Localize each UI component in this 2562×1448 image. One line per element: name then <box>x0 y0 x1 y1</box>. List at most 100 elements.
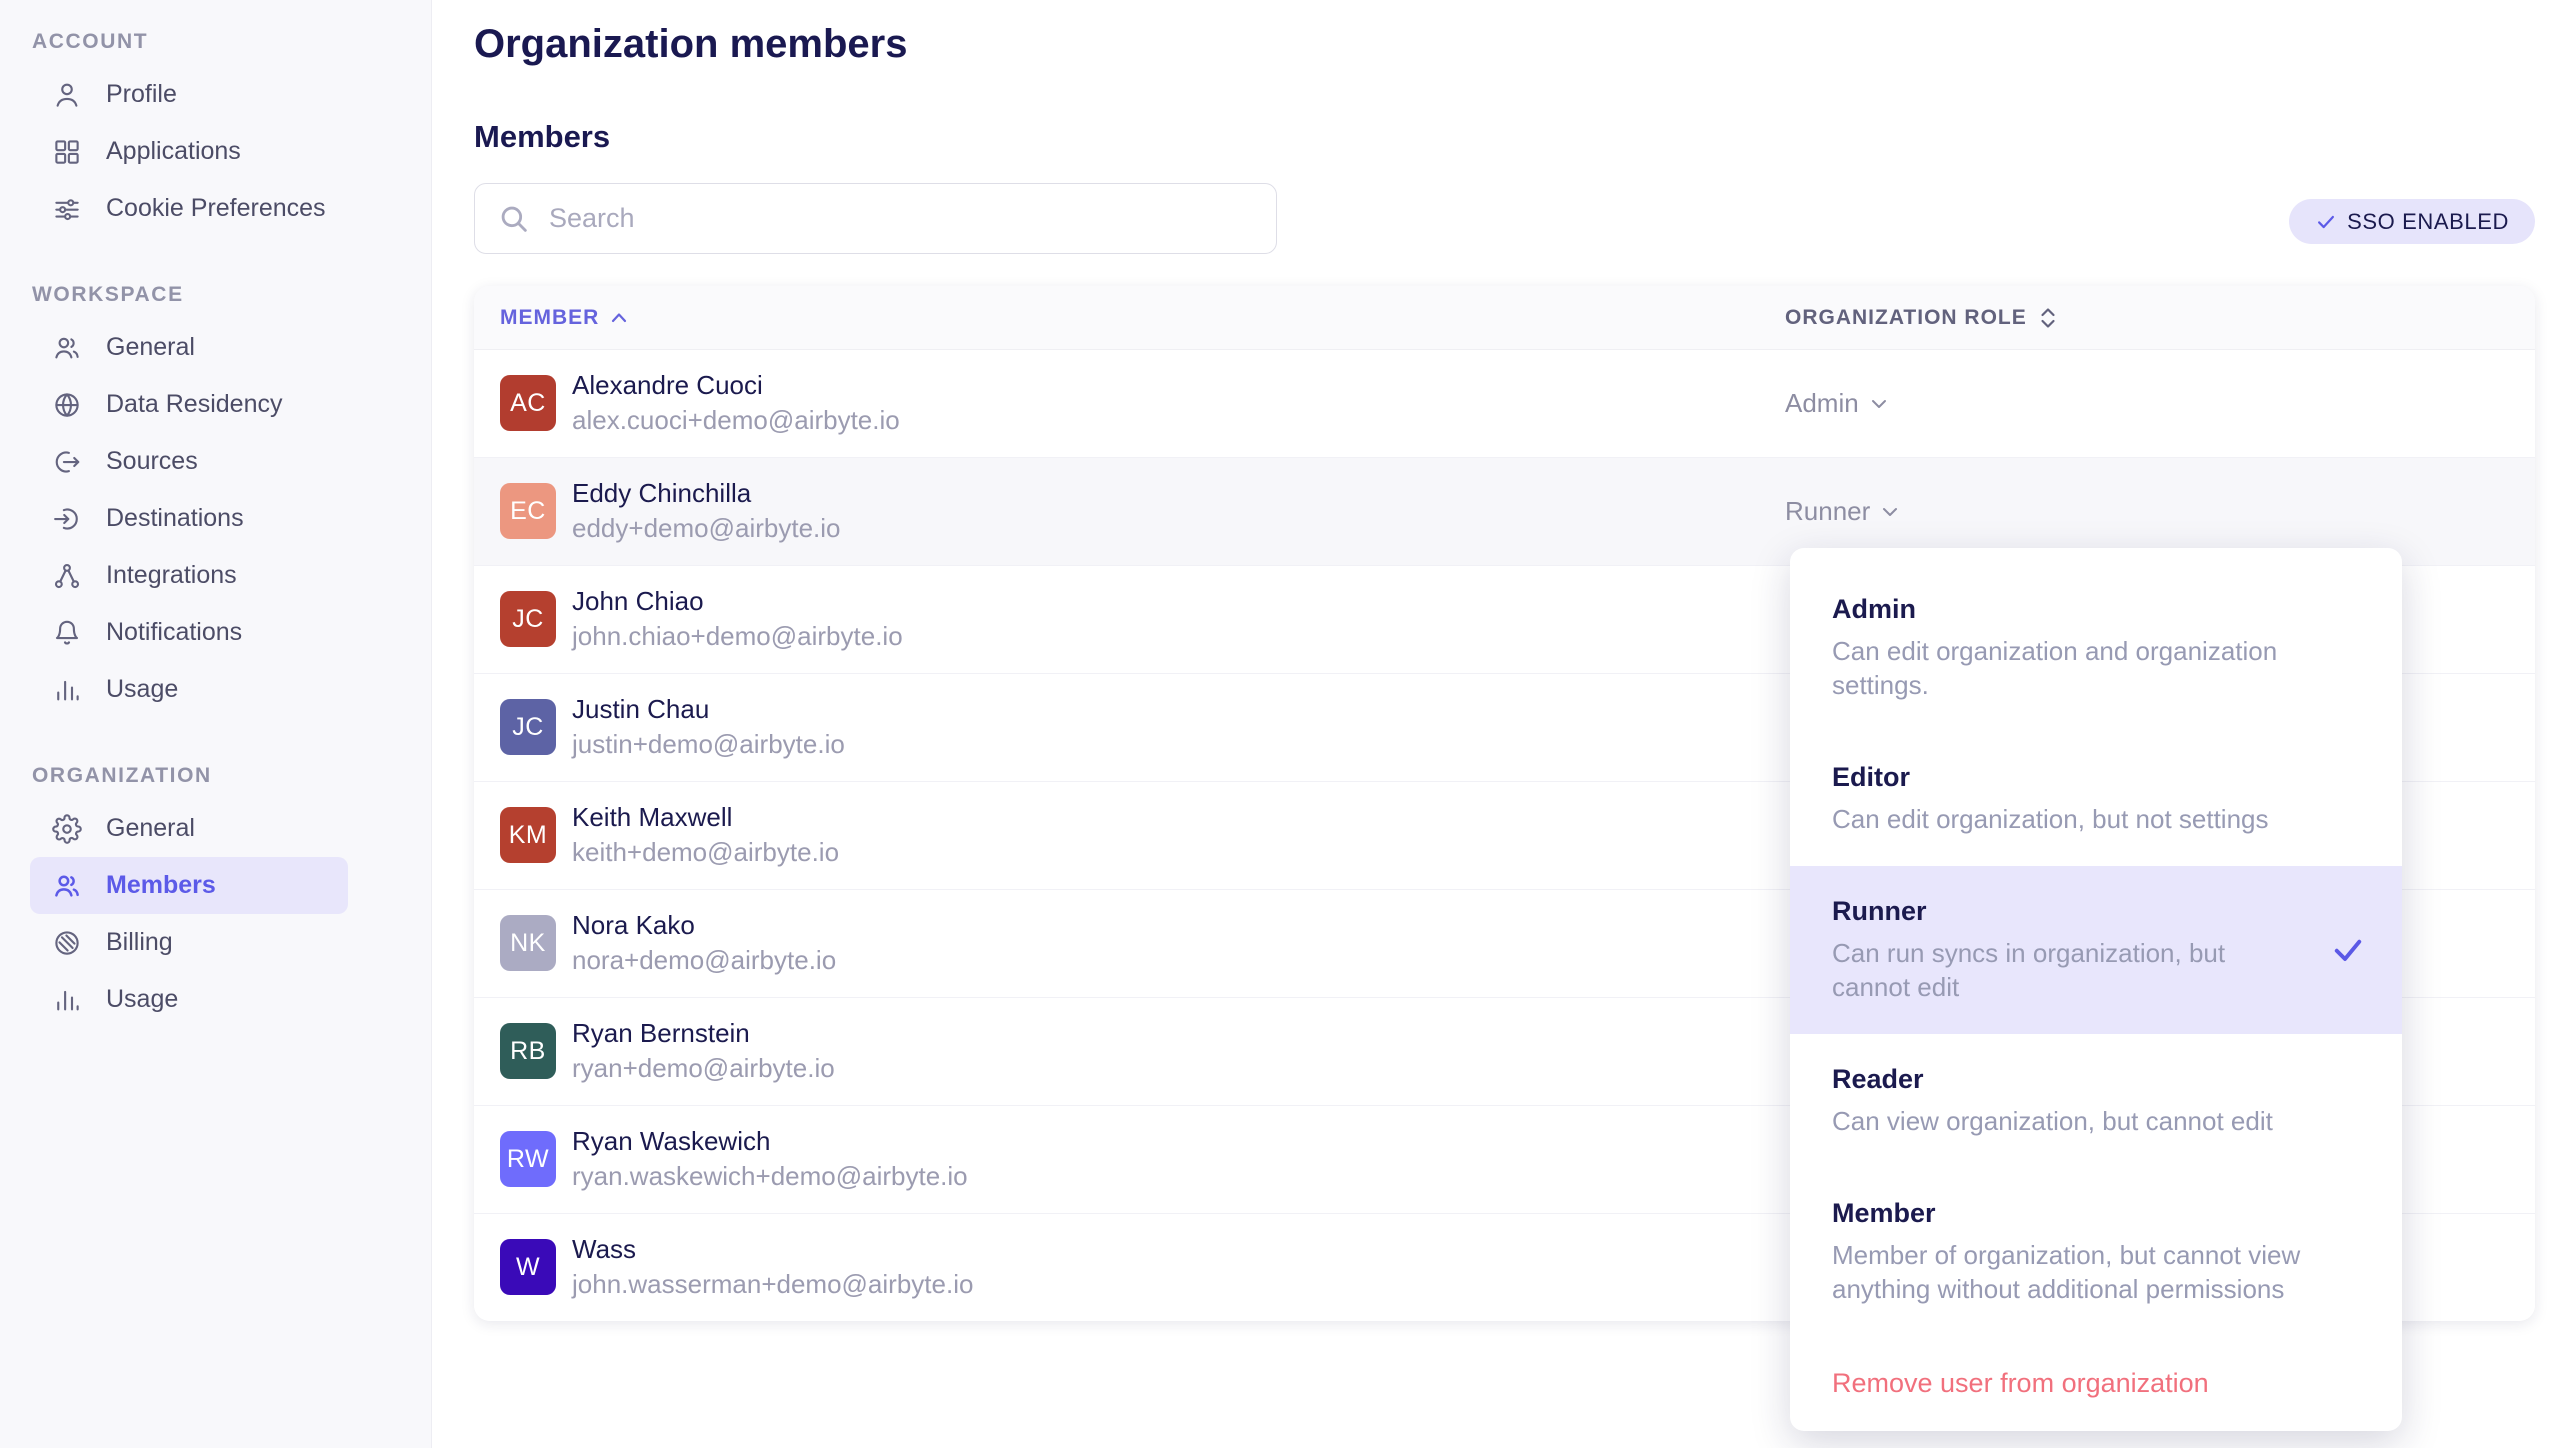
member-name: Justin Chau <box>572 693 709 726</box>
member-name: Ryan Waskewich <box>572 1125 770 1158</box>
sidebar-item-label: General <box>106 814 195 843</box>
remove-user-action[interactable]: Remove user from organization <box>1790 1336 2402 1417</box>
role-option-admin[interactable]: Admin Can edit organization and organiza… <box>1790 564 2402 732</box>
sort-asc-icon <box>611 312 627 323</box>
member-name: Wass <box>572 1233 636 1266</box>
avatar: JC <box>500 591 556 647</box>
check-icon <box>2315 211 2337 233</box>
sidebar-item-applications[interactable]: Applications <box>30 123 348 180</box>
sidebar-item-label: Applications <box>106 137 241 166</box>
role-option-description: Can edit organization, but not settings <box>1832 802 2360 836</box>
member-name: Eddy Chinchilla <box>572 477 751 510</box>
sidebar-item-profile[interactable]: Profile <box>30 66 348 123</box>
sidebar-item-data-residency[interactable]: Data Residency <box>30 376 348 433</box>
member-search <box>474 183 1277 254</box>
selected-check-icon <box>2330 932 2366 973</box>
avatar-initials: NK <box>510 929 546 958</box>
sidebar-item-sources[interactable]: Sources <box>30 433 348 490</box>
role-option-title: Editor <box>1832 762 2360 793</box>
sidebar-item-workspace-usage[interactable]: Usage <box>30 661 348 718</box>
column-header-member[interactable]: MEMBER <box>500 286 627 349</box>
sidebar-item-cookie-preferences[interactable]: Cookie Preferences <box>30 180 348 237</box>
coin-icon <box>52 928 82 958</box>
sidebar-item-members[interactable]: Members <box>30 857 348 914</box>
role-value: Admin <box>1785 388 1859 419</box>
avatar: AC <box>500 375 556 431</box>
sidebar-item-label: Cookie Preferences <box>106 194 326 223</box>
role-option-editor[interactable]: Editor Can edit organization, but not se… <box>1790 732 2402 866</box>
people-icon <box>52 871 82 901</box>
settings-sidebar: ACCOUNT Profile Applications Cookie Pref… <box>0 0 432 1448</box>
member-email: john.wasserman+demo@airbyte.io <box>572 1268 973 1301</box>
sidebar-item-notifications[interactable]: Notifications <box>30 604 348 661</box>
avatar: KM <box>500 807 556 863</box>
role-option-description: Can run syncs in organization, but canno… <box>1832 936 2302 1004</box>
role-option-description: Member of organization, but cannot view … <box>1832 1238 2360 1306</box>
column-header-organization-role[interactable]: ORGANIZATION ROLE <box>1785 286 2057 349</box>
globe-icon <box>52 390 82 420</box>
sidebar-item-integrations[interactable]: Integrations <box>30 547 348 604</box>
member-name: Ryan Bernstein <box>572 1017 750 1050</box>
avatar-initials: RB <box>510 1037 546 1066</box>
role-select[interactable]: Admin <box>1785 350 1887 457</box>
sidebar-item-label: Integrations <box>106 561 237 590</box>
avatar-initials: EC <box>510 497 546 526</box>
role-option-runner[interactable]: Runner Can run syncs in organization, bu… <box>1790 866 2402 1034</box>
page-title: Organization members <box>474 20 907 68</box>
avatar: RW <box>500 1131 556 1187</box>
member-email: ryan.waskewich+demo@airbyte.io <box>572 1160 968 1193</box>
avatar: EC <box>500 483 556 539</box>
section-label-account: ACCOUNT <box>32 30 431 54</box>
sso-enabled-badge: SSO ENABLED <box>2289 199 2535 244</box>
avatar-initials: KM <box>509 821 548 850</box>
sidebar-section-account: ACCOUNT Profile Applications Cookie Pref… <box>0 30 431 237</box>
bell-icon <box>52 618 82 648</box>
person-icon <box>52 80 82 110</box>
avatar: JC <box>500 699 556 755</box>
avatar-initials: AC <box>510 389 546 418</box>
gear-icon <box>52 814 82 844</box>
section-label-organization: ORGANIZATION <box>32 764 431 788</box>
section-label-workspace: WORKSPACE <box>32 283 431 307</box>
member-email: john.chiao+demo@airbyte.io <box>572 620 903 653</box>
role-option-title: Runner <box>1832 896 2360 927</box>
role-option-title: Member <box>1832 1198 2360 1229</box>
sidebar-item-label: Profile <box>106 80 177 109</box>
avatar-initials: JC <box>512 713 544 742</box>
avatar: RB <box>500 1023 556 1079</box>
role-option-member[interactable]: Member Member of organization, but canno… <box>1790 1168 2402 1336</box>
bar-chart-icon <box>52 985 82 1015</box>
role-value: Runner <box>1785 496 1870 527</box>
search-input[interactable] <box>547 202 1276 235</box>
avatar: NK <box>500 915 556 971</box>
sidebar-section-workspace: WORKSPACE General Data Residency Sources… <box>0 283 431 718</box>
sidebar-item-label: Usage <box>106 675 178 704</box>
member-email: justin+demo@airbyte.io <box>572 728 845 761</box>
sidebar-item-label: General <box>106 333 195 362</box>
destination-arrow-icon <box>52 504 82 534</box>
column-label: ORGANIZATION ROLE <box>1785 306 2027 330</box>
sidebar-item-workspace-general[interactable]: General <box>30 319 348 376</box>
sliders-icon <box>52 194 82 224</box>
sso-badge-label: SSO ENABLED <box>2347 209 2509 235</box>
avatar-initials: RW <box>507 1145 549 1174</box>
sidebar-item-destinations[interactable]: Destinations <box>30 490 348 547</box>
search-icon <box>497 202 531 236</box>
sidebar-item-org-general[interactable]: General <box>30 800 348 857</box>
sidebar-item-label: Destinations <box>106 504 244 533</box>
role-dropdown-menu: Admin Can edit organization and organiza… <box>1790 548 2402 1431</box>
role-option-description: Can view organization, but cannot edit <box>1832 1104 2360 1138</box>
chevron-down-icon <box>1871 399 1887 409</box>
people-icon <box>52 333 82 363</box>
table-row: AC Alexandre Cuoci alex.cuoci+demo@airby… <box>474 350 2535 457</box>
sort-both-icon <box>2039 306 2057 330</box>
sidebar-item-billing[interactable]: Billing <box>30 914 348 971</box>
member-email: eddy+demo@airbyte.io <box>572 512 841 545</box>
source-arrow-icon <box>52 447 82 477</box>
sidebar-item-org-usage[interactable]: Usage <box>30 971 348 1028</box>
members-section-title: Members <box>474 118 610 156</box>
main-content: Organization members Members SSO ENABLED… <box>432 0 2562 1448</box>
nodes-icon <box>52 561 82 591</box>
role-option-reader[interactable]: Reader Can view organization, but cannot… <box>1790 1034 2402 1168</box>
avatar-initials: JC <box>512 605 544 634</box>
